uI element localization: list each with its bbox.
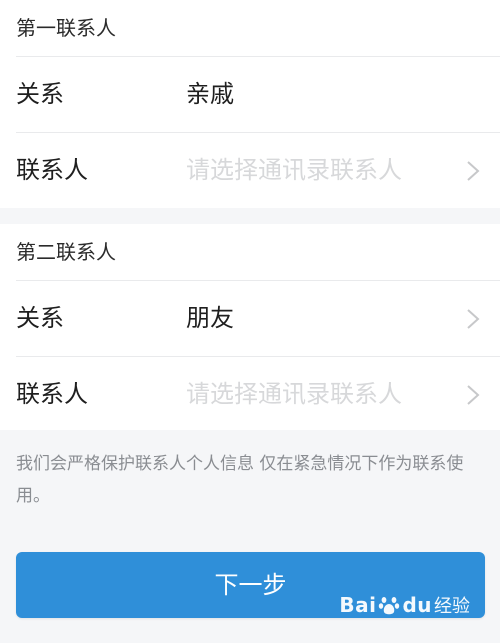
relation-label: 关系 bbox=[16, 304, 64, 332]
second-contact-title: 第二联系人 bbox=[16, 240, 116, 264]
relation-value: 朋友 bbox=[186, 304, 234, 332]
privacy-note: 我们会严格保护联系人个人信息 仅在紧急情况下作为联系使用。 bbox=[16, 454, 464, 506]
contact-label: 联系人 bbox=[16, 156, 88, 184]
relation-value: 亲戚 bbox=[186, 80, 234, 108]
contact-label: 联系人 bbox=[16, 380, 88, 408]
contact-placeholder: 请选择通讯录联系人 bbox=[186, 380, 402, 408]
chevron-right-icon bbox=[467, 309, 480, 329]
first-contact-picker-row[interactable]: 联系人 请选择通讯录联系人 bbox=[0, 133, 500, 208]
watermark-logo-suffix: du bbox=[402, 593, 432, 617]
second-contact-relation-row[interactable]: 关系 朋友 bbox=[0, 281, 500, 356]
watermark-logo: Bai bbox=[339, 593, 377, 617]
emergency-contacts-page: 第一联系人 关系 亲戚 联系人 请选择通讯录联系人 第二联系人 关系 朋友 联系… bbox=[0, 0, 500, 643]
paw-icon bbox=[379, 597, 400, 615]
first-contact-section: 第一联系人 关系 亲戚 联系人 请选择通讯录联系人 bbox=[0, 0, 500, 208]
contact-placeholder: 请选择通讯录联系人 bbox=[186, 156, 402, 184]
baidu-jingyan-watermark: Bai du 经验 bbox=[339, 590, 470, 620]
first-contact-relation-row[interactable]: 关系 亲戚 bbox=[0, 57, 500, 132]
watermark-text: 经验 bbox=[434, 596, 470, 617]
second-contact-section: 第二联系人 关系 朋友 联系人 请选择通讯录联系人 bbox=[0, 224, 500, 430]
relation-label: 关系 bbox=[16, 80, 64, 108]
chevron-right-icon bbox=[467, 161, 480, 181]
first-contact-title: 第一联系人 bbox=[16, 16, 116, 40]
second-contact-picker-row[interactable]: 联系人 请选择通讯录联系人 bbox=[0, 357, 500, 432]
chevron-right-icon bbox=[467, 385, 480, 405]
